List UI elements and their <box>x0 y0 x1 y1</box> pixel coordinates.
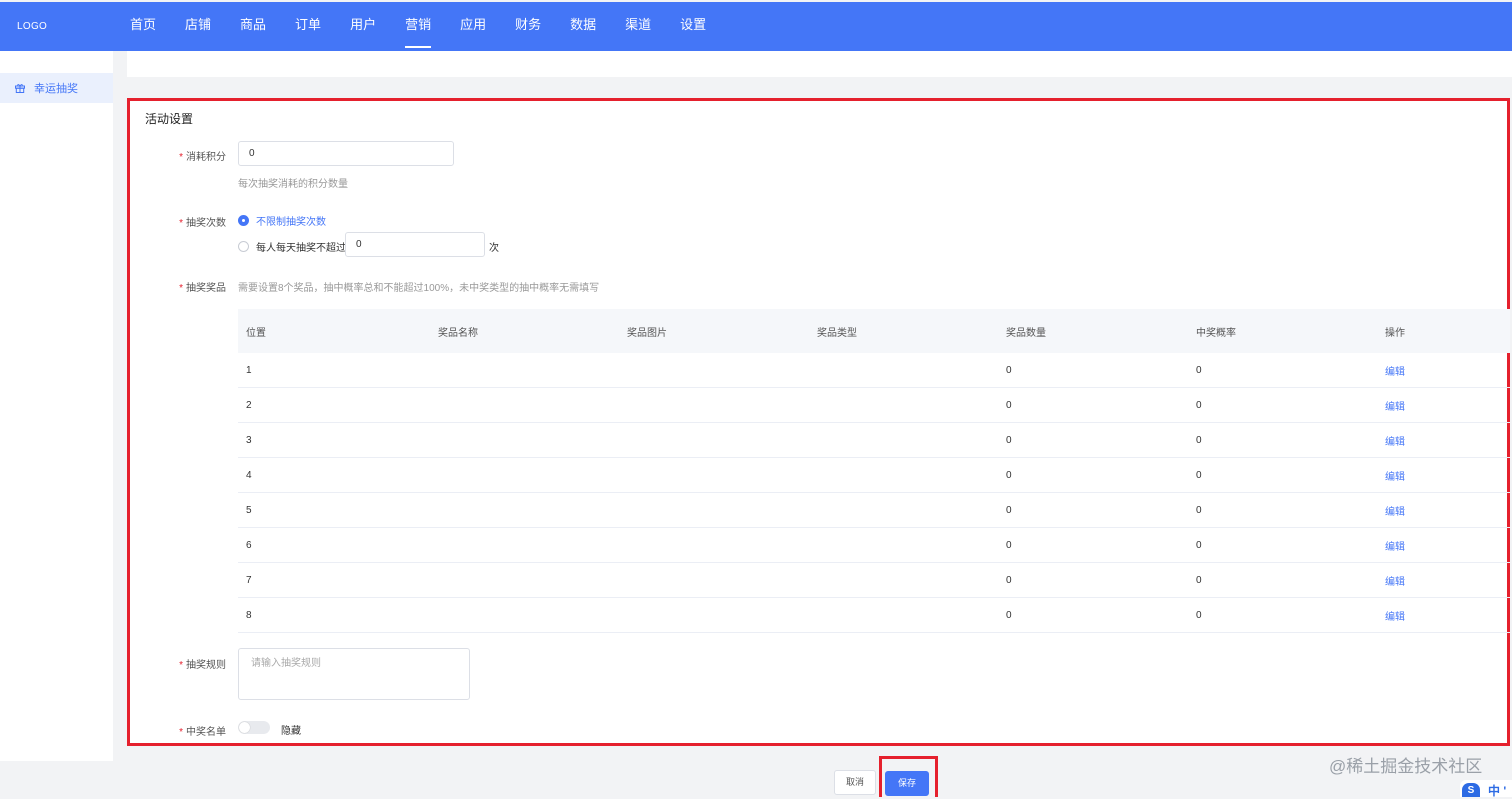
prizes-label: * 抽奖奖品 <box>179 283 226 294</box>
cell-quantity: 0 <box>1006 399 1012 411</box>
winners-label: * 中奖名单 <box>179 727 226 738</box>
edit-link[interactable]: 编辑 <box>1385 433 1405 448</box>
cell-probability: 0 <box>1196 609 1202 621</box>
card-title: 活动设置 <box>145 112 194 126</box>
col-name: 奖品名称 <box>438 327 478 339</box>
col-quantity: 奖品数量 <box>1006 327 1046 339</box>
nav-item-products[interactable]: 商品 <box>240 2 266 51</box>
edit-link[interactable]: 编辑 <box>1385 468 1405 483</box>
gift-icon <box>14 82 26 94</box>
rules-textarea[interactable]: 请输入抽奖规则 <box>238 648 470 700</box>
edit-link[interactable]: 编辑 <box>1385 398 1405 413</box>
daily-limit-unit: 次 <box>489 243 499 254</box>
radio-button-checked[interactable] <box>238 215 249 226</box>
winners-switch[interactable] <box>238 721 270 734</box>
cell-position: 1 <box>246 364 252 376</box>
table-row: 8 0 0 编辑 <box>238 598 1510 633</box>
cell-position: 8 <box>246 609 252 621</box>
draw-times-label: * 抽奖次数 <box>179 218 226 229</box>
edit-link[interactable]: 编辑 <box>1385 608 1405 623</box>
cell-position: 6 <box>246 539 252 551</box>
nav-item-finance[interactable]: 财务 <box>515 2 541 51</box>
points-input[interactable]: 0 <box>238 141 454 166</box>
nav-item-marketing[interactable]: 营销 <box>405 2 432 51</box>
cell-position: 2 <box>246 399 252 411</box>
cell-position: 7 <box>246 574 252 586</box>
col-image: 奖品图片 <box>627 327 667 339</box>
radio-unlimited[interactable]: 不限制抽奖次数 <box>238 213 326 228</box>
nav-item-settings[interactable]: 设置 <box>680 2 706 51</box>
cell-position: 5 <box>246 504 252 516</box>
table-row: 1 0 0 编辑 <box>238 353 1510 388</box>
table-row: 2 0 0 编辑 <box>238 388 1510 423</box>
col-position: 位置 <box>246 327 266 339</box>
ime-mode: 中 ' <box>1488 784 1507 798</box>
table-row: 5 0 0 编辑 <box>238 493 1510 528</box>
prizes-hint: 需要设置8个奖品，抽中概率总和不能超过100%，未中奖类型的抽中概率无需填写 <box>238 283 600 294</box>
table-row: 6 0 0 编辑 <box>238 528 1510 563</box>
edit-link[interactable]: 编辑 <box>1385 573 1405 588</box>
nav-item-store[interactable]: 店铺 <box>185 2 211 51</box>
nav-item-apps[interactable]: 应用 <box>460 2 486 51</box>
logo: LOGO <box>17 21 48 32</box>
daily-limit-input[interactable]: 0 <box>345 232 485 257</box>
table-row: 4 0 0 编辑 <box>238 458 1510 493</box>
col-type: 奖品类型 <box>817 327 857 339</box>
cell-quantity: 0 <box>1006 469 1012 481</box>
cell-probability: 0 <box>1196 364 1202 376</box>
ime-indicator[interactable]: S 中 ' <box>1460 780 1512 798</box>
activity-settings-card: 活动设置 * 消耗积分 0 每次抽奖消耗的积分数量 * 抽奖次数 不限制抽奖次数 每… <box>127 98 1510 746</box>
ime-logo-icon: S <box>1462 783 1480 797</box>
cell-probability: 0 <box>1196 434 1202 446</box>
prize-table: 位置 奖品名称 奖品图片 奖品类型 奖品数量 中奖概率 操作 1 0 0 编辑 2 0 0 编… <box>238 309 1510 633</box>
cell-quantity: 0 <box>1006 539 1012 551</box>
nav-item-users[interactable]: 用户 <box>350 2 376 51</box>
content-header-strip <box>127 51 1512 77</box>
cell-quantity: 0 <box>1006 364 1012 376</box>
cell-probability: 0 <box>1196 399 1202 411</box>
cell-quantity: 0 <box>1006 574 1012 586</box>
cell-probability: 0 <box>1196 539 1202 551</box>
sidebar-item-label: 幸运抽奖 <box>34 83 78 95</box>
radio-daily-limit[interactable]: 每人每天抽奖不超过 <box>238 239 346 254</box>
winners-switch-label: 隐藏 <box>281 726 301 737</box>
cell-position: 4 <box>246 469 252 481</box>
col-action: 操作 <box>1385 327 1405 339</box>
nav-item-orders[interactable]: 订单 <box>295 2 321 51</box>
edit-link[interactable]: 编辑 <box>1385 363 1405 378</box>
points-hint: 每次抽奖消耗的积分数量 <box>238 179 348 190</box>
sidebar: 幸运抽奖 <box>0 51 113 761</box>
sidebar-item-lucky-draw[interactable]: 幸运抽奖 <box>0 73 113 103</box>
rules-label: * 抽奖规则 <box>179 660 226 671</box>
points-label: * 消耗积分 <box>179 152 226 163</box>
edit-link[interactable]: 编辑 <box>1385 538 1405 553</box>
table-row: 3 0 0 编辑 <box>238 423 1510 458</box>
cancel-button[interactable]: 取消 <box>834 770 876 795</box>
save-button[interactable]: 保存 <box>885 771 929 796</box>
cell-probability: 0 <box>1196 574 1202 586</box>
nav-item-data[interactable]: 数据 <box>570 2 596 51</box>
cell-quantity: 0 <box>1006 609 1012 621</box>
radio-button-unchecked[interactable] <box>238 241 249 252</box>
nav-item-home[interactable]: 首页 <box>130 2 156 51</box>
table-row: 7 0 0 编辑 <box>238 563 1510 598</box>
edit-link[interactable]: 编辑 <box>1385 503 1405 518</box>
main-nav: 首页 店铺 商品 订单 用户 营销 应用 财务 数据 渠道 设置 <box>130 2 735 51</box>
nav-item-channels[interactable]: 渠道 <box>625 2 651 51</box>
cell-probability: 0 <box>1196 469 1202 481</box>
watermark: @稀土掘金技术社区 <box>1329 757 1483 776</box>
cell-quantity: 0 <box>1006 504 1012 516</box>
cell-probability: 0 <box>1196 504 1202 516</box>
col-probability: 中奖概率 <box>1196 327 1236 339</box>
table-header: 位置 奖品名称 奖品图片 奖品类型 奖品数量 中奖概率 操作 <box>238 309 1510 353</box>
cell-position: 3 <box>246 434 252 446</box>
cell-quantity: 0 <box>1006 434 1012 446</box>
top-nav-bar: LOGO 首页 店铺 商品 订单 用户 营销 应用 财务 数据 渠道 设置 <box>0 2 1512 51</box>
